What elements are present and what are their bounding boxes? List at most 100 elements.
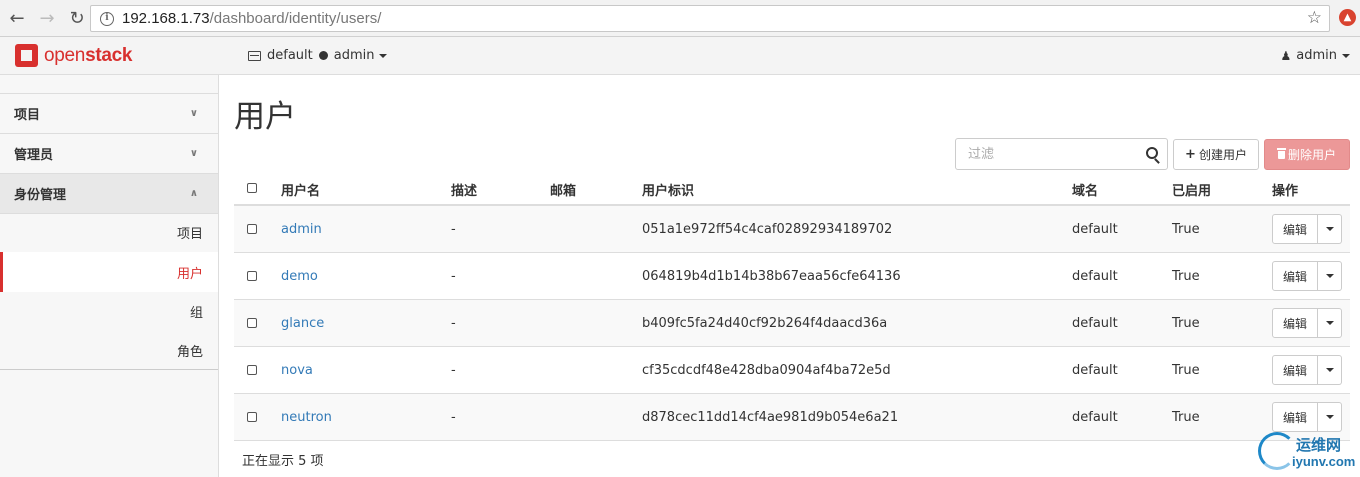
row-checkbox[interactable] <box>247 318 257 328</box>
chevron-up-icon: ∧ <box>189 188 198 199</box>
user-id: d878cec11dd14cf4ae981d9b054e6a21 <box>642 410 899 425</box>
table-row: nova - cf35cdcdf48e428dba0904af4ba72e5d … <box>234 347 1350 394</box>
user-description: - <box>451 316 456 331</box>
actions-dropdown-toggle[interactable] <box>1318 261 1342 291</box>
domain-name: default <box>267 48 313 63</box>
bookmark-star-icon[interactable]: ☆ <box>1307 8 1322 28</box>
row-actions: 编辑 <box>1272 355 1342 385</box>
sidebar-item-users[interactable]: 用户 <box>0 252 218 292</box>
user-enabled: True <box>1172 410 1200 425</box>
user-enabled: True <box>1172 222 1200 237</box>
table-row: neutron - d878cec11dd14cf4ae981d9b054e6a… <box>234 394 1350 441</box>
user-domain: default <box>1072 316 1118 331</box>
column-header-id[interactable]: 用户标识 <box>642 180 694 199</box>
caret-down-icon <box>1342 53 1350 58</box>
filter-box <box>955 138 1168 170</box>
user-name-link[interactable]: glance <box>281 316 324 331</box>
column-header-email[interactable]: 邮箱 <box>550 180 576 199</box>
openstack-logo[interactable]: openstack <box>15 44 132 67</box>
sidebar: 项目 ∨ 管理员 ∨ 身份管理 ∧ 项目 用户 组 角色 <box>0 75 219 477</box>
user-domain: default <box>1072 410 1118 425</box>
user-description: - <box>451 222 456 237</box>
user-name-link[interactable]: demo <box>281 269 318 284</box>
user-description: - <box>451 410 456 425</box>
url-path: /dashboard/identity/users/ <box>209 10 382 27</box>
edit-button[interactable]: 编辑 <box>1272 402 1318 432</box>
plus-icon: + <box>1185 147 1196 162</box>
column-header-description[interactable]: 描述 <box>451 180 477 199</box>
actions-dropdown-toggle[interactable] <box>1318 214 1342 244</box>
column-header-name[interactable]: 用户名 <box>281 180 320 199</box>
sidebar-item-roles[interactable]: 角色 <box>0 330 218 370</box>
caret-down-icon <box>1325 321 1334 325</box>
watermark-en: iyunv.com <box>1292 454 1356 469</box>
user-enabled: True <box>1172 316 1200 331</box>
table-row: admin - 051a1e972ff54c4caf02892934189702… <box>234 206 1350 253</box>
user-domain: default <box>1072 269 1118 284</box>
forward-arrow-icon[interactable]: → <box>34 5 60 31</box>
column-header-enabled[interactable]: 已启用 <box>1172 180 1211 199</box>
sidebar-item-label: 组 <box>189 305 203 321</box>
sidebar-item-label: 项目 <box>176 226 203 242</box>
url-text: 192.168.1.73/dashboard/identity/users/ <box>122 10 381 27</box>
extension-icon[interactable]: ▲ <box>1339 9 1356 26</box>
page-title: 用户 <box>234 99 296 135</box>
logo-text: openstack <box>44 45 132 67</box>
search-icon[interactable] <box>1146 147 1158 159</box>
item-count: 正在显示 5 项 <box>242 454 324 469</box>
user-description: - <box>451 269 456 284</box>
project-picker[interactable]: default admin <box>248 48 388 63</box>
user-enabled: True <box>1172 269 1200 284</box>
logo-text-light: open <box>44 44 86 66</box>
info-icon[interactable]: i <box>100 11 114 26</box>
delete-users-button[interactable]: 删除用户 <box>1264 139 1350 170</box>
filter-input[interactable] <box>956 139 1141 169</box>
user-id: 064819b4d1b14b38b67eaa56cfe64136 <box>642 269 901 284</box>
select-all-checkbox[interactable] <box>247 183 257 193</box>
user-name-link[interactable]: nova <box>281 363 313 378</box>
sidebar-group-identity[interactable]: 身份管理 ∧ <box>0 174 218 214</box>
back-arrow-icon[interactable]: ← <box>4 5 30 31</box>
sidebar-item-groups[interactable]: 组 <box>0 291 218 331</box>
user-name-link[interactable]: admin <box>281 222 322 237</box>
row-checkbox[interactable] <box>247 224 257 234</box>
address-bar[interactable]: i 192.168.1.73/dashboard/identity/users/… <box>90 5 1330 32</box>
trash-icon <box>1276 147 1286 159</box>
column-header-domain[interactable]: 域名 <box>1072 180 1098 199</box>
sidebar-group-admin[interactable]: 管理员 ∨ <box>0 134 218 174</box>
browser-toolbar: ← → ↻ i 192.168.1.73/dashboard/identity/… <box>0 0 1360 37</box>
reload-icon[interactable]: ↻ <box>64 5 90 31</box>
chevron-down-icon: ∨ <box>189 108 198 119</box>
logo-text-bold: stack <box>85 44 133 66</box>
user-domain: default <box>1072 222 1118 237</box>
top-navbar: openstack default admin ♟ admin <box>0 37 1360 75</box>
create-user-label: 创建用户 <box>1198 148 1247 162</box>
sidebar-item-projects[interactable]: 项目 <box>0 212 218 252</box>
user-id: b409fc5fa24d40cf92b264f4daacd36a <box>642 316 888 331</box>
edit-button[interactable]: 编辑 <box>1272 355 1318 385</box>
actions-dropdown-toggle[interactable] <box>1318 355 1342 385</box>
sidebar-group-project[interactable]: 项目 ∨ <box>0 94 218 134</box>
row-actions: 编辑 <box>1272 261 1342 291</box>
user-name-link[interactable]: neutron <box>281 410 332 425</box>
user-id: 051a1e972ff54c4caf02892934189702 <box>642 222 893 237</box>
actions-dropdown-toggle[interactable] <box>1318 308 1342 338</box>
user-enabled: True <box>1172 363 1200 378</box>
caret-down-icon <box>1325 274 1334 278</box>
user-menu[interactable]: ♟ admin <box>1281 48 1350 63</box>
watermark-cn: 运维网 <box>1296 436 1342 454</box>
create-user-button[interactable]: + 创建用户 <box>1173 139 1259 170</box>
edit-button[interactable]: 编辑 <box>1272 214 1318 244</box>
server-icon <box>248 50 261 61</box>
row-checkbox[interactable] <box>247 271 257 281</box>
edit-button[interactable]: 编辑 <box>1272 308 1318 338</box>
user-id: cf35cdcdf48e428dba0904af4ba72e5d <box>642 363 891 378</box>
row-checkbox[interactable] <box>247 365 257 375</box>
user-domain: default <box>1072 363 1118 378</box>
row-checkbox[interactable] <box>247 412 257 422</box>
row-actions: 编辑 <box>1272 308 1342 338</box>
edit-button[interactable]: 编辑 <box>1272 261 1318 291</box>
delete-users-label: 删除用户 <box>1287 148 1336 162</box>
caret-down-icon <box>1325 368 1334 372</box>
actions-dropdown-toggle[interactable] <box>1318 402 1342 432</box>
